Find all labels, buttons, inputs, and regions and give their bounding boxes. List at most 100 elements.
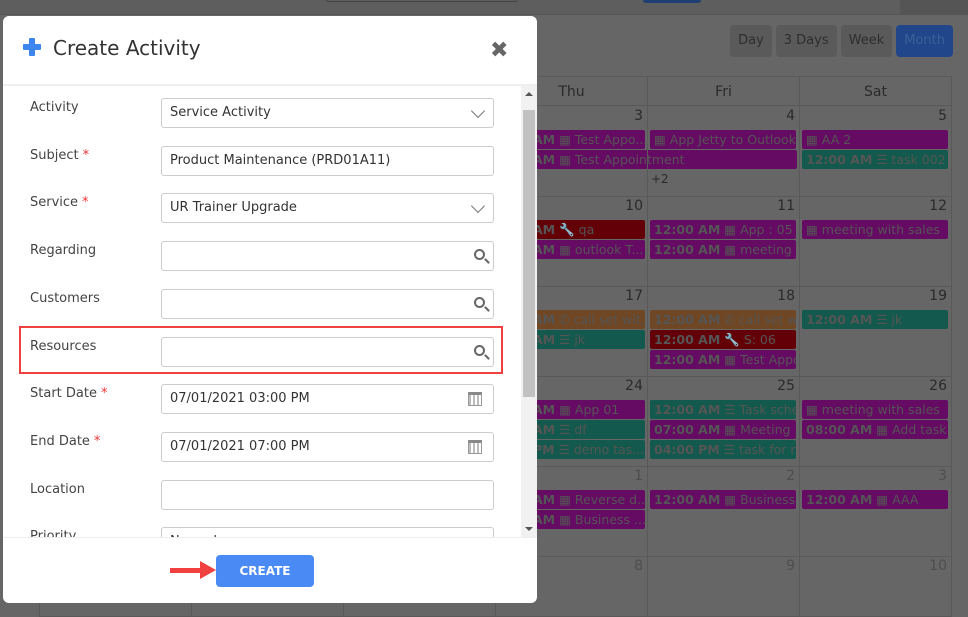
- calendar-event[interactable]: 07:00 AM▦ Meeting ...: [650, 420, 796, 439]
- calendar-event[interactable]: 12:00 AM ▦ App : 05: [650, 220, 796, 239]
- search-icon[interactable]: [474, 296, 485, 308]
- day-number: 11: [777, 198, 795, 214]
- day-cell[interactable]: 4: [647, 106, 800, 197]
- calendar-icon: ▦: [559, 152, 575, 167]
- scroll-down-icon[interactable]: [525, 527, 533, 531]
- event-time: 12:00 AM: [806, 492, 873, 507]
- day-number: 12: [929, 198, 947, 214]
- calendar-event[interactable]: 12:00 AM✆ call set wit...: [650, 310, 796, 329]
- view-button-month[interactable]: Month: [896, 25, 953, 57]
- label-priority: Priority: [30, 529, 76, 537]
- day-cell[interactable]: 19: [799, 286, 952, 377]
- event-title: call set wit...: [573, 312, 645, 327]
- calendar-event[interactable]: ▦ meeting with sales: [802, 400, 948, 419]
- more-events-link[interactable]: +2: [651, 172, 669, 186]
- calendar-event[interactable]: 12:00 AM ☰ task 002: [802, 150, 948, 169]
- plus-icon: [23, 38, 41, 56]
- calendar-event[interactable]: 12:00 AM☰ Task sche...: [650, 400, 796, 419]
- scrollbar-thumb[interactable]: [523, 110, 535, 397]
- label-text: Customers: [30, 290, 100, 306]
- day-cell[interactable]: 3: [799, 466, 952, 557]
- event-time: 04:00 PM: [654, 442, 720, 457]
- field-value: UR Trainer Upgrade: [170, 200, 297, 216]
- customers-input[interactable]: [161, 288, 494, 319]
- event-title: S: 06: [743, 332, 776, 347]
- view-button-day[interactable]: Day: [730, 25, 772, 57]
- calendar-event[interactable]: 12:00 AM ☰ jk: [802, 310, 948, 329]
- close-icon[interactable]: ✖: [490, 38, 508, 63]
- calendar-icon: ▦: [806, 132, 822, 147]
- view-button-3-days[interactable]: 3 Days: [775, 25, 837, 57]
- toolbar-area: [900, 0, 968, 15]
- field-value: Service Activity: [170, 105, 271, 120]
- calendar-event[interactable]: 12:00 AM ▦ AAA: [802, 490, 948, 509]
- event-time: 12:00 AM: [654, 332, 721, 347]
- calendar-icon: ▦: [806, 402, 822, 417]
- day-cell[interactable]: 12: [799, 196, 952, 287]
- event-title: outlook T...: [574, 242, 644, 257]
- create-button[interactable]: CREATE: [216, 555, 314, 587]
- calendar-icon: ▦: [724, 352, 741, 367]
- calendar-event[interactable]: 12:00 AM 🔧 S: 06: [650, 330, 796, 349]
- event-title: demo tas...: [573, 442, 645, 457]
- event-title: App 01: [574, 402, 620, 417]
- event-title: AAA: [892, 492, 919, 507]
- regarding-input[interactable]: [161, 241, 494, 272]
- event-time: 12:00 AM: [654, 492, 721, 507]
- calendar-icon: ▦: [559, 512, 575, 527]
- calendar-event[interactable]: ▦ meeting with sales: [802, 220, 948, 239]
- calendar-icon: ▦: [559, 402, 575, 417]
- day-number: 25: [777, 378, 795, 394]
- activity-select[interactable]: Service Activity: [161, 98, 494, 128]
- day-cell[interactable]: 10: [799, 556, 952, 617]
- calendar-event[interactable]: 08:00 AM ▦ Add task: [802, 420, 948, 439]
- start-date-input[interactable]: 07/01/2021 03:00 PM: [161, 384, 494, 415]
- task-icon: ☰: [876, 312, 892, 327]
- event-title: Business ...: [740, 492, 796, 507]
- location-input[interactable]: [161, 479, 494, 510]
- calendar-event[interactable]: 04:00 PM☰ task for n...: [650, 440, 796, 459]
- event-time: 07:00 AM: [654, 422, 721, 437]
- required-mark: *: [82, 195, 89, 211]
- toggle-button[interactable]: [643, 0, 701, 3]
- end-date-input[interactable]: 07/01/2021 07:00 PM: [161, 431, 494, 462]
- calendar-icon[interactable]: [468, 439, 482, 454]
- day-number: 9: [786, 558, 795, 574]
- calendar-event[interactable]: 12:00 AM▦ meeting ...: [650, 240, 796, 259]
- calendar-event[interactable]: 12:00 AM▦ Business ...: [650, 490, 796, 509]
- required-mark: *: [82, 147, 90, 163]
- calendar-event[interactable]: ▦ App Jetty to Outlook: [650, 130, 796, 149]
- task-icon: ☰: [876, 152, 892, 167]
- calendar-icon: ▦: [559, 492, 575, 507]
- priority-select[interactable]: Normal: [161, 527, 494, 537]
- label-text: Regarding: [30, 243, 97, 259]
- day-number: 1: [634, 468, 643, 484]
- day-cell[interactable]: 2: [647, 466, 800, 557]
- calendar-event[interactable]: ▦ AA 2: [802, 130, 948, 149]
- wrench-icon: 🔧: [559, 222, 579, 237]
- search-icon[interactable]: [474, 249, 485, 261]
- service-select[interactable]: UR Trainer Upgrade: [161, 193, 494, 224]
- wrench-icon: 🔧: [724, 332, 744, 347]
- calendar-event[interactable]: 12:00 AM▦ Test Appo...: [650, 350, 796, 369]
- subject-input[interactable]: Product Maintenance (PRD01A11): [161, 145, 494, 176]
- event-time: 12:00 AM: [654, 352, 721, 367]
- scroll-up-icon[interactable]: [525, 92, 533, 96]
- form-row-end-date: End Date * 07/01/2021 07:00 PM: [3, 431, 523, 472]
- view-button-week[interactable]: Week: [840, 25, 893, 57]
- day-number: 17: [625, 288, 643, 304]
- day-number: 3: [634, 108, 643, 124]
- scrollbar[interactable]: [521, 86, 537, 537]
- calendar-icon[interactable]: [468, 392, 482, 407]
- event-title: AA 2: [821, 132, 852, 147]
- form-row-subject: Subject * Product Maintenance (PRD01A11): [3, 145, 523, 186]
- create-activity-modal: Create Activity ✖ Activity Service Activi…: [3, 16, 537, 603]
- search-box[interactable]: [326, 0, 518, 2]
- day-cell[interactable]: 9: [647, 556, 800, 617]
- day-number: 5: [938, 108, 947, 124]
- day-number: 4: [786, 108, 795, 124]
- event-title: task 002: [891, 152, 946, 167]
- label-end-date: End Date *: [30, 434, 100, 449]
- calendar-icon: ▦: [806, 222, 822, 237]
- task-icon: ☰: [559, 332, 575, 347]
